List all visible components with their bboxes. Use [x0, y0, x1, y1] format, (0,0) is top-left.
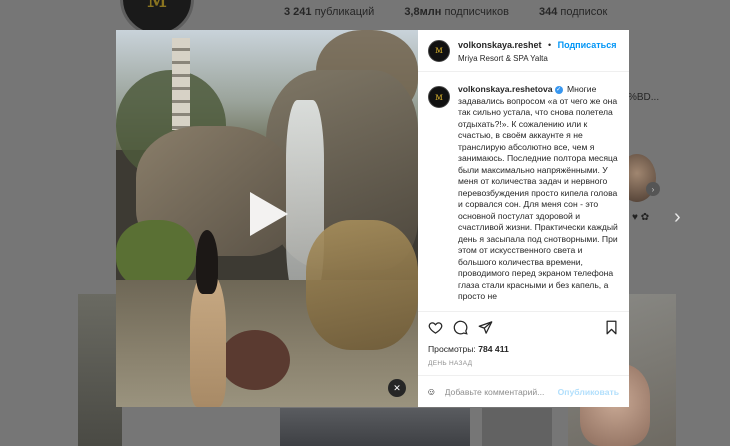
- bookmark-icon[interactable]: [604, 320, 619, 335]
- woman-figure: [184, 230, 230, 407]
- chevron-right-icon[interactable]: ›: [646, 182, 660, 196]
- verified-icon: ✓: [554, 85, 563, 94]
- author-username[interactable]: volkonskaya.reshet: [458, 40, 542, 50]
- follow-button[interactable]: Подписаться: [558, 40, 617, 50]
- grid-post-thumbnail[interactable]: [280, 408, 470, 446]
- author-avatar[interactable]: ᴍ: [428, 39, 450, 62]
- post-timestamp[interactable]: ДЕНЬ НАЗАД: [428, 360, 619, 367]
- play-icon[interactable]: [250, 192, 288, 236]
- post-header: ᴍ volkonskaya.reshet • Подписаться Mriya…: [418, 30, 629, 72]
- views-count: Просмотры: 784 411: [428, 344, 509, 354]
- comment-input[interactable]: [444, 386, 556, 397]
- emoji-icon[interactable]: [428, 385, 435, 399]
- post-actions: Просмотры: 784 411 ДЕНЬ НАЗАД: [418, 311, 629, 375]
- publish-button[interactable]: Опубликовать: [558, 387, 619, 397]
- caption-text: Многие задавались вопросом «а от чего же…: [458, 84, 618, 301]
- caption-avatar[interactable]: ᴍ: [428, 86, 450, 108]
- stat-followers[interactable]: 3,8млн подписчиков: [404, 6, 509, 18]
- profile-stats: 3 241 публикаций 3,8млн подписчиков 344 …: [284, 6, 607, 18]
- stone-lantern: [172, 38, 190, 130]
- mute-icon[interactable]: ✕: [388, 379, 406, 397]
- next-arrow-icon[interactable]: ›: [674, 206, 681, 229]
- caption-username[interactable]: volkonskaya.reshetova: [458, 84, 553, 94]
- post-location[interactable]: Mriya Resort & SPA Yalta: [458, 52, 616, 65]
- separator-dot: •: [548, 39, 552, 50]
- comment-icon[interactable]: [453, 320, 468, 335]
- stat-posts[interactable]: 3 241 публикаций: [284, 6, 374, 18]
- grid-post-thumbnail[interactable]: [482, 408, 552, 446]
- stat-following[interactable]: 344 подписок: [539, 6, 607, 18]
- share-icon[interactable]: [478, 320, 493, 335]
- heart-icon[interactable]: [428, 320, 443, 335]
- hearts-emoji: ♥ ✿: [632, 212, 650, 223]
- video-player[interactable]: ✕: [116, 30, 418, 407]
- comment-box: Опубликовать: [418, 375, 629, 407]
- post-sidebar: ᴍ volkonskaya.reshet • Подписаться Mriya…: [418, 30, 629, 407]
- post-modal: ✕ ᴍ volkonskaya.reshet • Подписаться Mri…: [116, 30, 629, 407]
- post-caption: ᴍ volkonskaya.reshetova ✓ Многие задавали…: [418, 72, 629, 311]
- bio-link-fragment: %BD...: [628, 92, 660, 103]
